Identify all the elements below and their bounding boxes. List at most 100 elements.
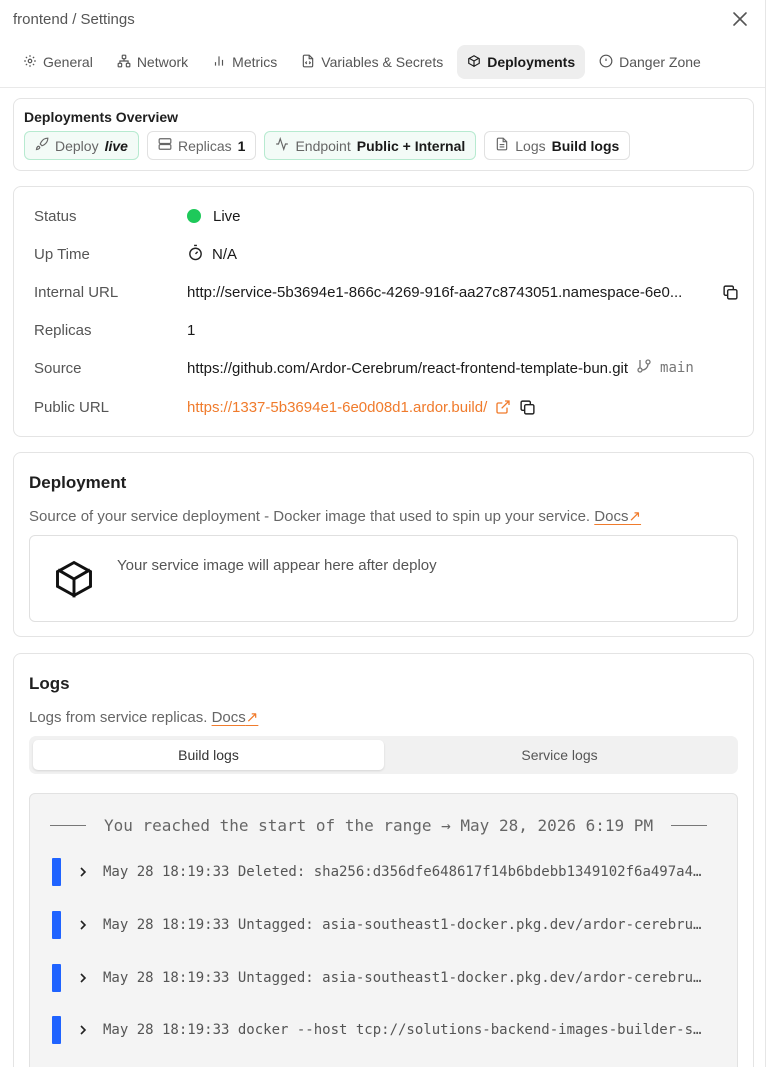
settings-tabs: General Network Metrics Variables & Secr… [13,45,711,81]
network-icon [117,54,131,71]
tab-metrics[interactable]: Metrics [202,45,287,79]
status-value: Live [213,207,241,225]
chevron-right-icon [77,1024,89,1036]
tab-label: Metrics [232,54,278,70]
pill-label: Endpoint [295,137,351,154]
tab-build-logs[interactable]: Build logs [33,740,384,770]
source-value[interactable]: https://github.com/Ardor-Cerebrum/react-… [187,360,628,377]
chevron-right-icon [77,919,89,931]
uptime-label: Up Time [34,245,90,263]
overview-title: Deployments Overview [24,109,179,125]
chevron-right-icon [77,972,89,984]
pill-value: Public + Internal [356,137,466,154]
tab-label: General [43,54,93,70]
tab-label: Network [136,54,189,70]
alert-circle-icon [599,54,613,71]
copy-icon[interactable] [722,284,739,301]
replicas-value: 1 [187,321,196,339]
log-row[interactable]: May 28 18:19:33 Untagged: asia-southeast… [52,911,732,939]
uptime-value: N/A [212,245,238,263]
logs-description: Logs from service replicas. Docs↗ [29,709,259,726]
replicas-pill[interactable]: Replicas 1 [146,131,257,160]
bar-chart-icon [212,54,226,71]
deployment-card: Deployment Source of your service deploy… [13,452,754,637]
copy-icon[interactable] [519,399,536,416]
log-viewer[interactable]: You reached the start of the range → May… [29,793,738,1067]
git-branch-icon [636,358,652,378]
internal-url-row: Internal URL http://service-5b3694e1-866… [34,282,739,302]
log-row[interactable]: May 28 18:19:33 Untagged: asia-southeast… [52,964,732,992]
endpoint-pill[interactable]: Endpoint Public + Internal [264,131,477,160]
tab-variables-secrets[interactable]: Variables & Secrets [291,45,453,79]
pill-label: Logs [515,137,546,154]
replicas-row: Replicas 1 [34,320,739,340]
log-level-bar [52,1016,61,1044]
pill-label: Deploy [55,137,99,154]
service-info-card: Status Live Up Time N/A Internal URL htt… [13,186,754,437]
settings-panel: frontend / Settings General Network Metr… [0,0,766,1067]
docs-link[interactable]: Docs↗ [594,508,641,525]
source-branch: main [660,360,694,376]
source-row: Source https://github.com/Ardor-Cerebrum… [34,358,739,378]
tab-deployments[interactable]: Deployments [457,45,586,79]
tab-label: Deployments [487,54,576,70]
image-placeholder: Your service image will appear here afte… [29,535,738,622]
deploy-pill[interactable]: Deploy live [24,131,139,160]
status-label: Status [34,207,77,225]
log-row[interactable]: May 28 18:19:33 Deleted: sha256:d356dfe6… [52,858,732,886]
pill-label: Replicas [177,137,232,154]
external-link-icon[interactable] [495,399,511,415]
header-divider [0,87,765,88]
public-url-row: Public URL https://1337-5b3694e1-6e0d08d… [34,397,739,417]
gear-icon [23,54,37,71]
docs-link[interactable]: Docs↗ [212,709,259,726]
log-text: May 28 18:19:33 Deleted: sha256:d356dfe6… [103,864,702,880]
status-dot [187,209,201,223]
internal-url-label: Internal URL [34,283,119,301]
rocket-icon [35,137,49,154]
replicas-label: Replicas [34,321,92,339]
tab-network[interactable]: Network [107,45,198,79]
tab-label: Variables & Secrets [321,54,444,70]
status-row: Status Live [34,206,739,226]
public-url-label: Public URL [34,398,110,416]
package-icon [467,54,481,71]
timer-icon [187,244,204,265]
logs-pill[interactable]: Logs Build logs [484,131,631,160]
range-start-notice: You reached the start of the range → May… [50,816,708,835]
deployment-title: Deployment [29,473,127,492]
log-row[interactable]: May 28 18:19:33 docker --host tcp://solu… [52,1016,732,1044]
log-text: May 28 18:19:33 docker --host tcp://solu… [103,1022,702,1038]
pill-value: 1 [237,137,246,154]
log-level-bar [52,911,61,939]
log-text: May 28 18:19:33 Untagged: asia-southeast… [103,970,702,986]
deployment-description: Source of your service deployment - Dock… [29,508,642,525]
log-level-bar [52,858,61,886]
logs-card: Logs Logs from service replicas. Docs↗ B… [13,653,754,1067]
close-icon[interactable] [731,10,749,28]
pill-value: Build logs [551,137,620,154]
internal-url-value: http://service-5b3694e1-866c-4269-916f-a… [187,283,683,301]
package-icon [52,557,96,606]
file-text-icon [495,137,509,154]
tab-label: Danger Zone [619,54,701,70]
tab-general[interactable]: General [13,45,103,79]
logs-tab-switch: Build logs Service logs [29,736,738,774]
server-icon [158,137,172,154]
pill-value: live [104,137,128,154]
deployments-overview-card: Deployments Overview Deploy live Replica… [13,98,754,171]
activity-icon [275,136,289,154]
log-text: May 28 18:19:33 Untagged: asia-southeast… [103,917,702,933]
tab-danger-zone[interactable]: Danger Zone [589,45,711,79]
image-placeholder-text: Your service image will appear here afte… [117,557,437,574]
breadcrumb: frontend / Settings [13,11,135,28]
public-url-link[interactable]: https://1337-5b3694e1-6e0d08d1.ardor.bui… [187,399,487,416]
log-level-bar [52,964,61,992]
source-label: Source [34,359,82,377]
tab-service-logs[interactable]: Service logs [384,740,735,770]
header: frontend / Settings [0,0,765,40]
file-code-icon [301,54,315,71]
logs-title: Logs [29,674,70,693]
overview-pills: Deploy live Replicas 1 Endpoint Public +… [24,131,631,160]
uptime-row: Up Time N/A [34,244,739,264]
